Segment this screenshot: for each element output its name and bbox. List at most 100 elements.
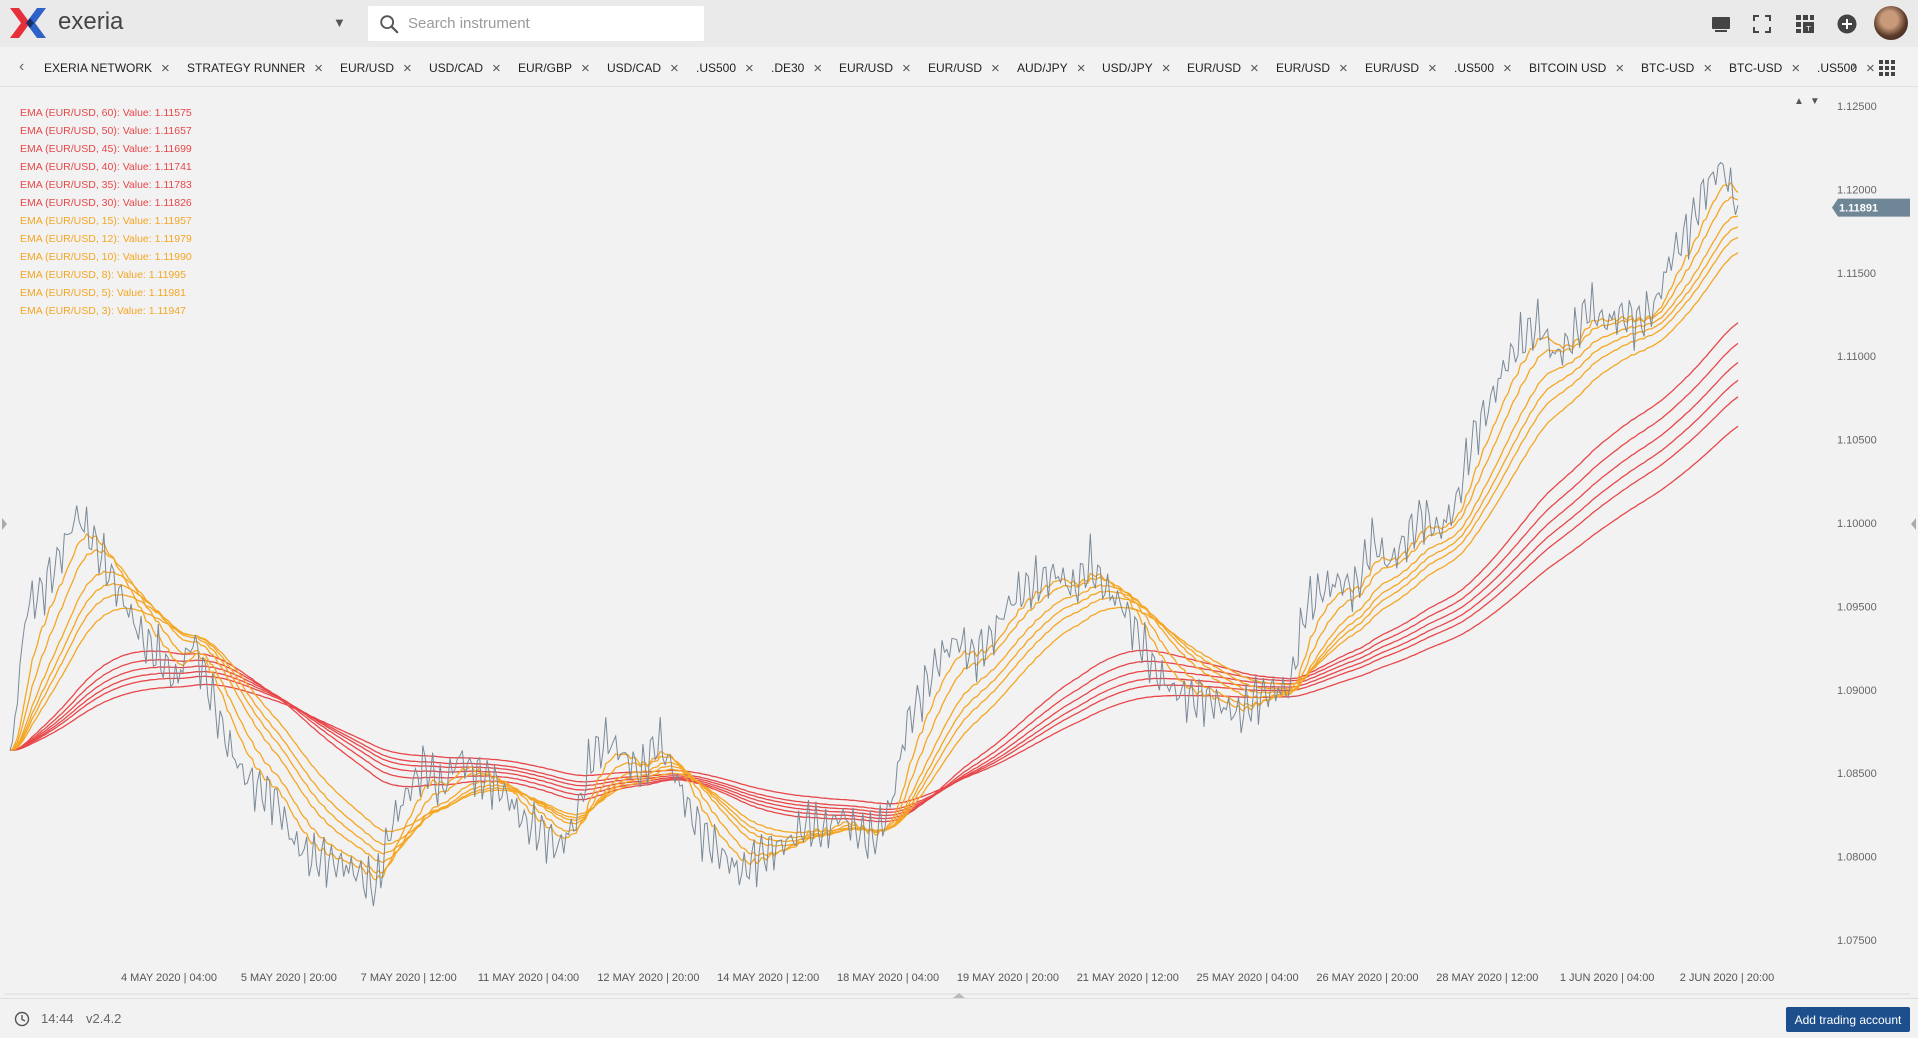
close-icon[interactable]: × [813,60,822,77]
app-name: exeria [58,8,124,35]
tab-label: AUD/JPY [1017,61,1068,75]
close-icon[interactable]: × [1339,60,1348,77]
close-icon[interactable]: × [1077,60,1086,77]
close-icon[interactable]: × [1162,60,1171,77]
close-icon[interactable]: × [1503,60,1512,77]
collapse-right-icon[interactable] [1911,518,1916,530]
close-icon[interactable]: × [1866,60,1875,77]
tab-label: .DE30 [771,61,805,75]
collapse-left-icon[interactable] [2,518,7,530]
tab-0[interactable]: EXERIA NETWORK × [44,49,170,87]
close-icon[interactable]: × [745,60,754,77]
close-icon[interactable]: × [161,60,170,77]
tab-6[interactable]: .US500 × [696,49,754,87]
layout-icon[interactable]: T [1793,12,1817,36]
legend-item[interactable]: EMA (EUR/USD, 30): Value: 1.11826 [20,194,192,212]
y-tick-label: 1.09000 [1837,685,1877,697]
price-chart[interactable]: 1.12500 1.12000 1.11500 1.11000 1.10500 1.100… [0,88,1918,998]
close-icon[interactable]: × [1615,60,1624,77]
ema-series-line-10[interactable] [9,226,1739,855]
legend-item[interactable]: EMA (EUR/USD, 12): Value: 1.11979 [20,230,192,248]
search-box[interactable] [368,6,704,41]
close-icon[interactable]: × [403,60,412,77]
x-tick-label: 11 MAY 2020 | 04:00 [478,972,579,984]
chevron-down-icon[interactable]: ▼ [333,15,346,30]
legend-item[interactable]: EMA (EUR/USD, 5): Value: 1.11981 [20,284,192,302]
avatar[interactable] [1874,6,1908,40]
legend-item[interactable]: EMA (EUR/USD, 40): Value: 1.11741 [20,158,192,176]
grid-menu-icon[interactable] [1879,60,1895,76]
tab-17[interactable]: BTC-USD × [1641,49,1712,87]
exeria-logo[interactable] [8,6,48,40]
legend-item[interactable]: EMA (EUR/USD, 35): Value: 1.11783 [20,176,192,194]
legend-item[interactable]: EMA (EUR/USD, 3): Value: 1.11947 [20,302,192,320]
tab-label: EXERIA NETWORK [44,61,153,75]
ema-series-line-60[interactable] [9,425,1739,805]
tab-label: EUR/USD [839,61,894,75]
legend-item[interactable]: EMA (EUR/USD, 45): Value: 1.11699 [20,140,192,158]
tab-label: EUR/USD [1276,61,1331,75]
tabs-scroll-right-icon[interactable]: › [1851,58,1856,76]
add-circle-icon[interactable] [1835,12,1859,36]
x-tick-label: 5 MAY 2020 | 20:00 [241,972,337,984]
legend-item[interactable]: EMA (EUR/USD, 15): Value: 1.11957 [20,212,192,230]
tab-8[interactable]: EUR/USD × [839,49,911,87]
ema-series-line-5[interactable] [9,196,1739,874]
tab-13[interactable]: EUR/USD × [1276,49,1348,87]
tab-18[interactable]: BTC-USD × [1729,49,1800,87]
tab-3[interactable]: USD/CAD × [429,49,501,87]
tab-14[interactable]: EUR/USD × [1365,49,1437,87]
tab-7[interactable]: .DE30 × [771,49,822,87]
tab-15[interactable]: .US500 × [1454,49,1512,87]
tab-9[interactable]: EUR/USD × [928,49,1000,87]
y-tick-label: 1.10500 [1837,435,1877,447]
tab-2[interactable]: EUR/USD × [340,49,412,87]
tab-4[interactable]: EUR/GBP × [518,49,590,87]
price-scale-arrows-icon[interactable]: ▲▼ [1794,96,1826,107]
y-tick-label: 1.08500 [1837,768,1877,780]
close-icon[interactable]: × [670,60,679,77]
close-icon[interactable]: × [492,60,501,77]
add-trading-account-button[interactable]: Add trading account [1786,1007,1910,1032]
price-series-line[interactable] [9,161,1739,907]
current-time: 14:44 [41,1011,74,1026]
ema-series-line-12[interactable] [9,236,1739,846]
tab-11[interactable]: USD/JPY × [1102,49,1170,87]
ema-series-line-30[interactable] [9,322,1739,823]
chart-area[interactable]: 1.12500 1.12000 1.11500 1.11000 1.10500 1.100… [0,88,1918,998]
close-icon[interactable]: × [991,60,1000,77]
tab-12[interactable]: EUR/USD × [1187,49,1259,87]
search-input[interactable] [408,6,698,41]
x-tick-label: 25 MAY 2020 | 04:00 [1197,972,1299,984]
tab-5[interactable]: USD/CAD × [607,49,679,87]
tabs-scroll-left-icon[interactable]: ‹ [19,58,24,76]
close-icon[interactable]: × [1791,60,1800,77]
close-icon[interactable]: × [1428,60,1437,77]
tab-label: BTC-USD [1641,61,1695,75]
x-tick-label: 1 JUN 2020 | 04:00 [1560,972,1655,984]
close-icon[interactable]: × [1703,60,1712,77]
ema-series-line-40[interactable] [9,361,1739,817]
tab-label: EUR/GBP [518,61,573,75]
x-tick-label: 18 MAY 2020 | 04:00 [837,972,939,984]
tab-label: EUR/USD [928,61,983,75]
legend-item[interactable]: EMA (EUR/USD, 60): Value: 1.11575 [20,104,192,122]
ema-series-line-35[interactable] [9,342,1739,820]
tab-19[interactable]: .US500 × [1817,49,1875,87]
close-icon[interactable]: × [581,60,590,77]
legend-item[interactable]: EMA (EUR/USD, 50): Value: 1.11657 [20,122,192,140]
close-icon[interactable]: × [902,60,911,77]
tab-10[interactable]: AUD/JPY × [1017,49,1085,87]
fullscreen-icon[interactable] [1750,12,1774,36]
legend-item[interactable]: EMA (EUR/USD, 10): Value: 1.11990 [20,248,192,266]
ema-series-line-15[interactable] [9,252,1739,834]
tab-16[interactable]: BITCOIN USD × [1529,49,1624,87]
y-tick-label: 1.12000 [1837,184,1877,196]
tab-label: USD/CAD [429,61,484,75]
monitor-icon[interactable] [1709,12,1733,36]
tab-1[interactable]: STRATEGY RUNNER × [187,49,323,87]
tab-bar: ‹ EXERIA NETWORK × STRATEGY RUNNER × EUR/USD… [0,49,1918,87]
close-icon[interactable]: × [314,60,323,77]
close-icon[interactable]: × [1250,60,1259,77]
legend-item[interactable]: EMA (EUR/USD, 8): Value: 1.11995 [20,266,192,284]
